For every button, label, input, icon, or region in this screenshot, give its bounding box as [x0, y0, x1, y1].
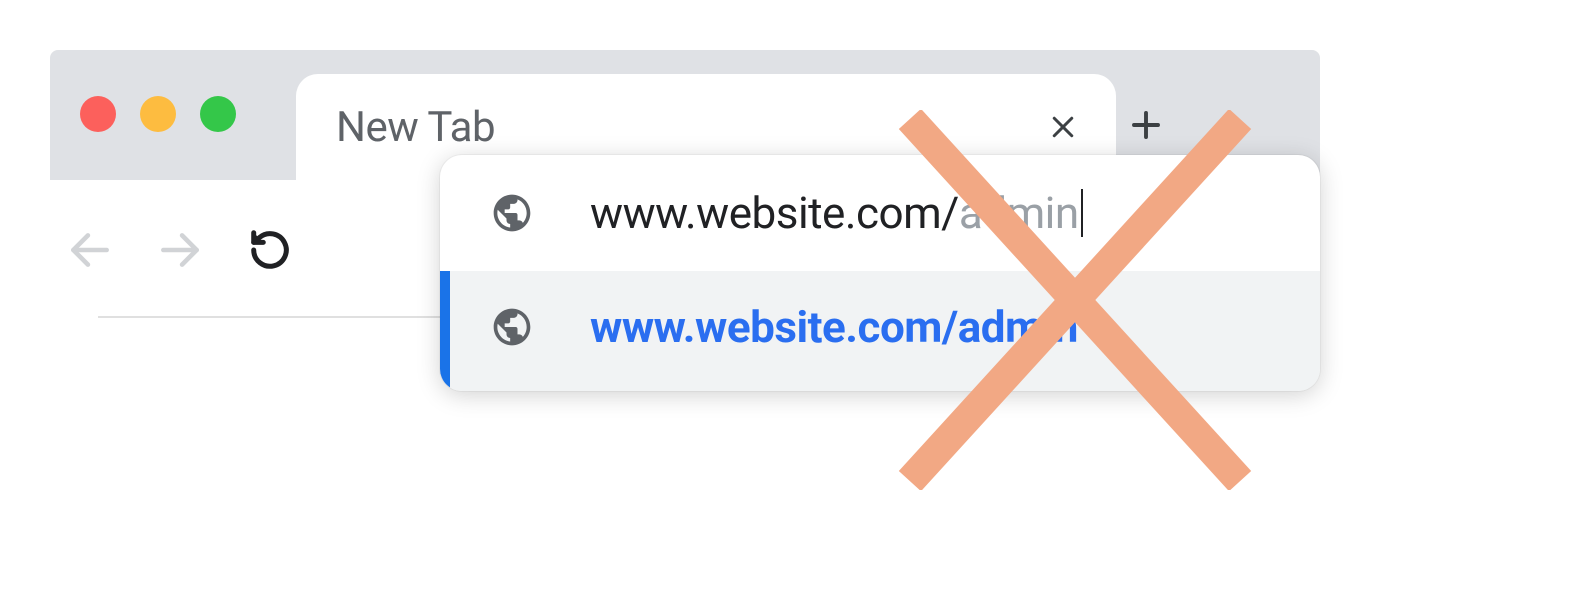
- omnibox-input-row[interactable]: www.website.com/admin: [440, 155, 1320, 271]
- address-bar-input[interactable]: www.website.com/admin: [590, 187, 1083, 239]
- reload-button[interactable]: [240, 220, 300, 280]
- globe-icon: [490, 305, 534, 349]
- omnibox-typed-text: www.website.com/: [590, 187, 959, 239]
- minimize-window-button[interactable]: [140, 96, 176, 132]
- forward-button[interactable]: [150, 220, 210, 280]
- arrow-right-icon: [155, 225, 205, 275]
- maximize-window-button[interactable]: [200, 96, 236, 132]
- text-cursor: [1081, 189, 1083, 237]
- window-controls: [80, 96, 296, 180]
- close-window-button[interactable]: [80, 96, 116, 132]
- omnibox-dropdown: www.website.com/admin www.website.com/ad…: [440, 155, 1320, 391]
- close-tab-button[interactable]: [1040, 97, 1086, 157]
- omnibox-suggestion[interactable]: www.website.com/admin: [440, 271, 1320, 391]
- globe-icon: [490, 191, 534, 235]
- plus-icon: [1128, 107, 1164, 147]
- suggestion-text: www.website.com/admin: [590, 301, 1078, 353]
- reload-icon: [247, 227, 293, 273]
- close-icon: [1048, 112, 1078, 142]
- tab-title: New Tab: [336, 103, 495, 152]
- back-button[interactable]: [60, 220, 120, 280]
- toolbar-divider: [98, 316, 478, 318]
- omnibox-autocompleted-text: admin: [959, 187, 1079, 239]
- arrow-left-icon: [65, 225, 115, 275]
